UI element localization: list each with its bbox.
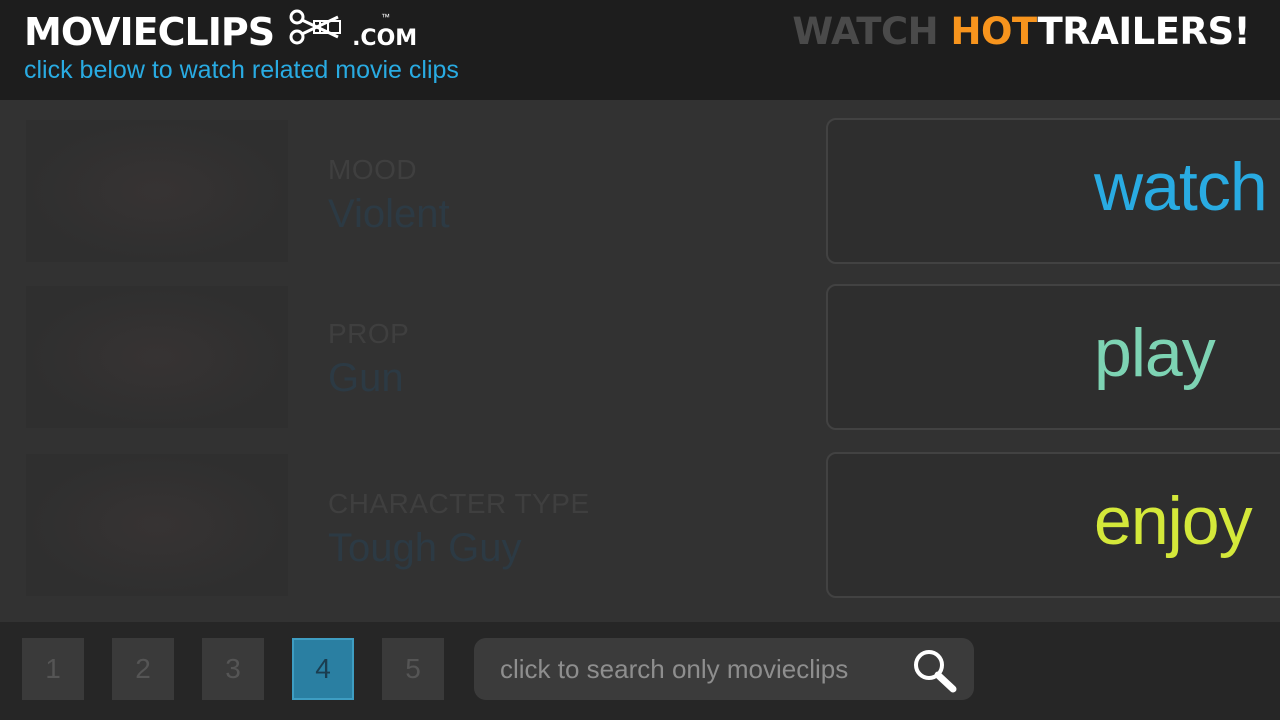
logo-text: MOVIECLIPS: [24, 10, 275, 54]
tag-value: Tough Guy: [328, 526, 522, 570]
page-button-5[interactable]: 5: [382, 638, 444, 700]
watch-hot-trailers-link[interactable]: WATCH HOTTRAILERS!: [792, 10, 1250, 54]
clip-thumbnail[interactable]: [26, 120, 288, 262]
clip-thumbnail[interactable]: [26, 286, 288, 428]
related-clips-panel: MOOD Violent watch PROP Gun play CHARACT…: [0, 100, 1280, 622]
page-button-3[interactable]: 3: [202, 638, 264, 700]
page-button-1[interactable]: 1: [22, 638, 84, 700]
enjoy-button[interactable]: enjoy: [826, 452, 1280, 598]
header: MOVIECLIPS .COM ™ click below to watch r…: [0, 0, 1280, 100]
related-clip-row-character-type: CHARACTER TYPE Tough Guy enjoy: [0, 452, 1280, 602]
search-icon[interactable]: [910, 647, 958, 698]
tag-value: Violent: [328, 192, 450, 236]
action-text: play: [1094, 315, 1216, 391]
trailers-hot-word: HOT: [950, 10, 1038, 53]
search-placeholder: click to search only movieclips: [500, 653, 849, 684]
search-bar[interactable]: click to search only movieclips: [474, 638, 974, 700]
tag-label: CHARACTER TYPE: [328, 488, 590, 519]
related-clip-row-prop: PROP Gun play: [0, 284, 1280, 434]
movieclips-logo[interactable]: MOVIECLIPS .COM: [24, 7, 418, 54]
related-clip-row-mood: MOOD Violent watch: [0, 118, 1280, 268]
tag-value: Gun: [328, 356, 404, 400]
page-button-4-active[interactable]: 4: [292, 638, 354, 700]
clip-thumbnail[interactable]: [26, 454, 288, 596]
page-button-2[interactable]: 2: [112, 638, 174, 700]
scissors-film-icon: [288, 7, 346, 52]
watch-button[interactable]: watch: [826, 118, 1280, 264]
action-text: enjoy: [1094, 483, 1253, 559]
tag-label: PROP: [328, 318, 410, 349]
trademark-symbol: ™: [381, 12, 390, 22]
footer-bar: 1 2 3 4 5 click to search only movieclip…: [0, 622, 1280, 720]
trailers-watch-word: WATCH: [792, 10, 951, 53]
tagline: click below to watch related movie clips: [24, 56, 459, 84]
logo-suffix: .COM: [352, 26, 418, 51]
action-text: watch: [1094, 149, 1268, 225]
tag-label: MOOD: [328, 154, 418, 185]
trailers-word: TRAILERS!: [1037, 10, 1251, 53]
play-button[interactable]: play: [826, 284, 1280, 430]
